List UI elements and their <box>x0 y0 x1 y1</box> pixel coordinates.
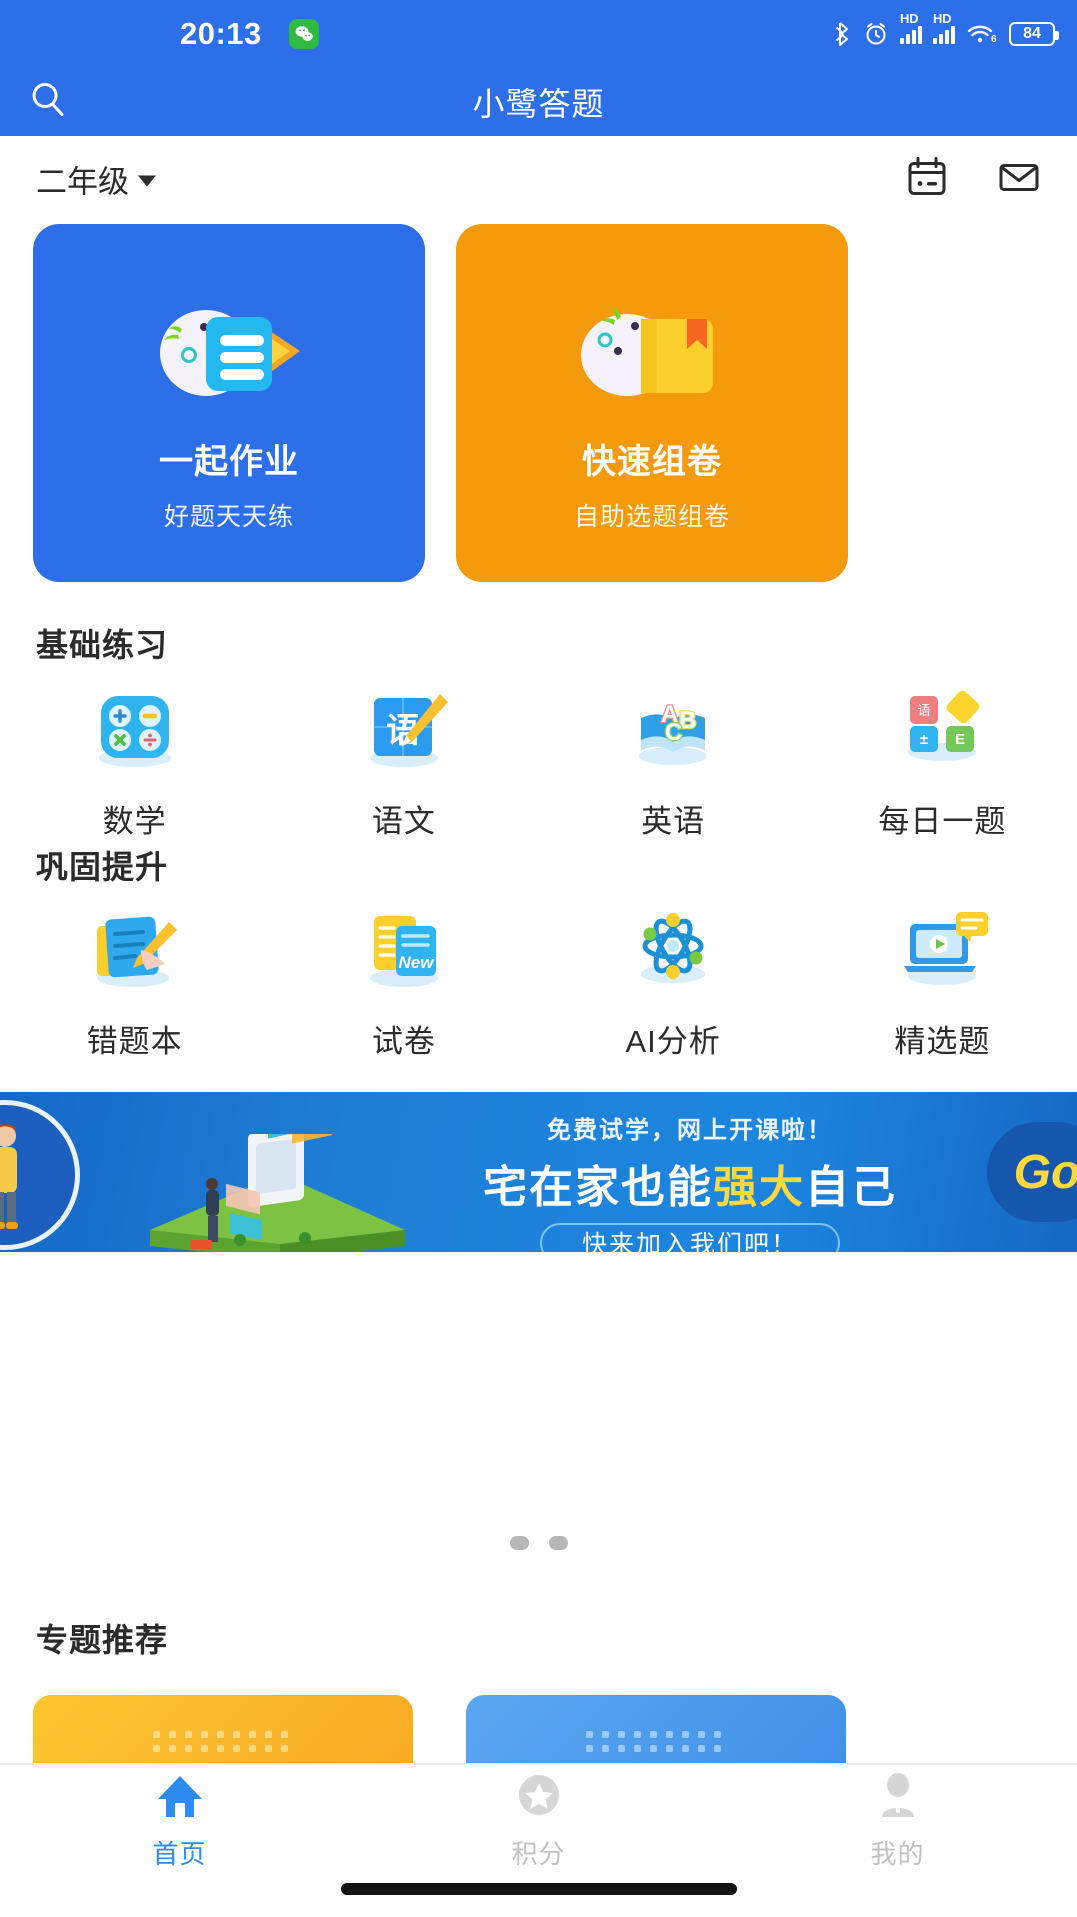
carousel-dots <box>0 1536 1077 1550</box>
exam-paper-new-icon: New <box>356 908 452 994</box>
svg-text:语: 语 <box>918 703 931 718</box>
grid-item-label: 英语 <box>641 804 706 839</box>
header-actions <box>905 155 1041 204</box>
banner-top-text: 免费试学，网上开课啦！ <box>547 1117 833 1144</box>
basic-practice-grid: 数学 语 语文 A B C 英语 语 ± E 每日一题 <box>0 688 1077 839</box>
chinese-pencil-icon: 语 <box>356 688 452 774</box>
grid-item-exam-paper[interactable]: New 试卷 <box>269 908 538 1059</box>
grid-item-selected-questions[interactable]: 精选题 <box>808 908 1077 1059</box>
atom-icon <box>625 908 721 994</box>
section-title-improve: 巩固提升 <box>36 849 169 885</box>
grade-label: 二年级 <box>36 164 129 200</box>
nav-item-home[interactable]: 首页 <box>0 1765 359 1877</box>
status-bar-time: 20:13 <box>180 16 262 51</box>
laptop-video-icon <box>892 908 992 994</box>
bluetooth-icon <box>834 21 852 47</box>
grid-item-math[interactable]: 数学 <box>0 688 269 839</box>
banner-main-highlight: 强大 <box>713 1163 805 1212</box>
feature-card-homework[interactable]: 一起作业 好题天天练 <box>33 224 425 582</box>
app-screen: 20:13 HD HD 6 84 小鹭答题 二年级 一起作业 好题天天练 快速组… <box>0 0 1077 1917</box>
hd-signal-icon-2: HD <box>933 11 955 44</box>
svg-text:6: 6 <box>991 34 997 45</box>
battery-icon: 84 <box>1009 22 1059 46</box>
bottom-navigation: 首页 积分 我的 <box>0 1763 1077 1917</box>
section-title-basic: 基础练习 <box>36 627 169 663</box>
abc-book-icon: A B C <box>625 688 721 774</box>
grid-item-ai-analysis[interactable]: AI分析 <box>539 908 808 1059</box>
carousel-dot-2[interactable] <box>548 1536 568 1550</box>
banner-go-button[interactable]: Go <box>987 1122 1077 1222</box>
topic-card-dots-decoration <box>153 1731 291 1752</box>
mail-icon[interactable] <box>997 155 1041 204</box>
grid-item-label: 数学 <box>102 804 167 839</box>
banner-main-part1: 宅在家也能 <box>483 1163 713 1212</box>
improve-grid: 错题本 New 试卷 AI分析 精选题 <box>0 908 1077 1059</box>
app-bar: 小鹭答题 <box>0 68 1077 136</box>
svg-text:E: E <box>955 731 965 748</box>
grid-item-label: AI分析 <box>625 1024 721 1059</box>
grid-item-english[interactable]: A B C 英语 <box>539 688 808 839</box>
feature-card-title: 快速组卷 <box>582 443 722 481</box>
banner-text: 免费试学，网上开课啦！ 宅在家也能强大自己 快来加入我们吧！ <box>420 1110 960 1252</box>
nav-item-mine[interactable]: 我的 <box>718 1765 1077 1877</box>
banner-book-illustration <box>150 1134 405 1252</box>
promo-banner[interactable]: 免费试学，网上开课啦！ 宅在家也能强大自己 快来加入我们吧！ Go <box>0 1092 1077 1252</box>
grid-item-label: 试卷 <box>371 1024 436 1059</box>
banner-background: 免费试学，网上开课啦！ 宅在家也能强大自己 快来加入我们吧！ Go <box>0 1092 1077 1252</box>
page-title: 小鹭答题 <box>472 86 605 122</box>
feature-card-title: 一起作业 <box>159 443 299 481</box>
egret-document-icon <box>144 292 314 410</box>
hd-signal-icon: HD <box>900 11 922 44</box>
grade-selector[interactable]: 二年级 <box>36 157 156 202</box>
mistake-notebook-icon <box>85 908 185 994</box>
svg-text:C: C <box>665 719 682 746</box>
feature-card-subtitle: 好题天天练 <box>163 503 294 531</box>
topic-card-dots-decoration <box>586 1731 724 1752</box>
grid-item-daily-question[interactable]: 语 ± E 每日一题 <box>808 688 1077 839</box>
status-bar-icons: HD HD 6 84 <box>834 11 1059 47</box>
grid-item-label: 每日一题 <box>878 804 1007 839</box>
alarm-clock-icon <box>863 21 889 47</box>
wifi6-icon: 6 <box>966 22 998 46</box>
chevron-down-icon <box>138 175 156 187</box>
star-icon <box>513 1771 565 1826</box>
carousel-dot-1[interactable] <box>509 1536 529 1550</box>
feature-cards: 一起作业 好题天天练 快速组卷 自助选题组卷 <box>0 224 1077 586</box>
banner-main-text: 宅在家也能强大自己 <box>420 1151 960 1215</box>
daily-question-tiles-icon: 语 ± E <box>894 688 990 774</box>
wechat-icon <box>289 19 319 49</box>
grid-item-chinese[interactable]: 语 语文 <box>269 688 538 839</box>
nav-item-label: 首页 <box>152 1839 207 1869</box>
svg-text:New: New <box>398 953 435 972</box>
egret-book-icon <box>567 292 737 410</box>
grid-item-label: 错题本 <box>86 1024 183 1059</box>
svg-text:±: ± <box>920 731 928 748</box>
search-icon[interactable] <box>28 80 68 125</box>
calendar-icon[interactable] <box>905 155 949 204</box>
banner-person-illustration <box>0 1124 18 1229</box>
banner-main-part2: 自己 <box>805 1163 897 1212</box>
section-title-topic: 专题推荐 <box>36 1622 169 1658</box>
feature-card-subtitle: 自助选题组卷 <box>573 503 730 531</box>
person-icon <box>872 1771 924 1826</box>
feature-card-quick-paper[interactable]: 快速组卷 自助选题组卷 <box>456 224 848 582</box>
grid-item-label: 语文 <box>371 804 436 839</box>
home-indicator[interactable] <box>340 1883 737 1895</box>
status-bar: 20:13 HD HD 6 84 <box>0 0 1077 68</box>
math-operators-icon <box>87 688 183 774</box>
nav-item-label: 我的 <box>870 1839 925 1869</box>
sub-header: 二年级 <box>0 136 1077 222</box>
grid-item-mistake-book[interactable]: 错题本 <box>0 908 269 1059</box>
nav-item-points[interactable]: 积分 <box>359 1765 718 1877</box>
nav-item-label: 积分 <box>511 1839 566 1869</box>
home-icon <box>154 1771 206 1826</box>
grid-item-label: 精选题 <box>894 1024 991 1059</box>
banner-join-button[interactable]: 快来加入我们吧！ <box>540 1223 840 1252</box>
